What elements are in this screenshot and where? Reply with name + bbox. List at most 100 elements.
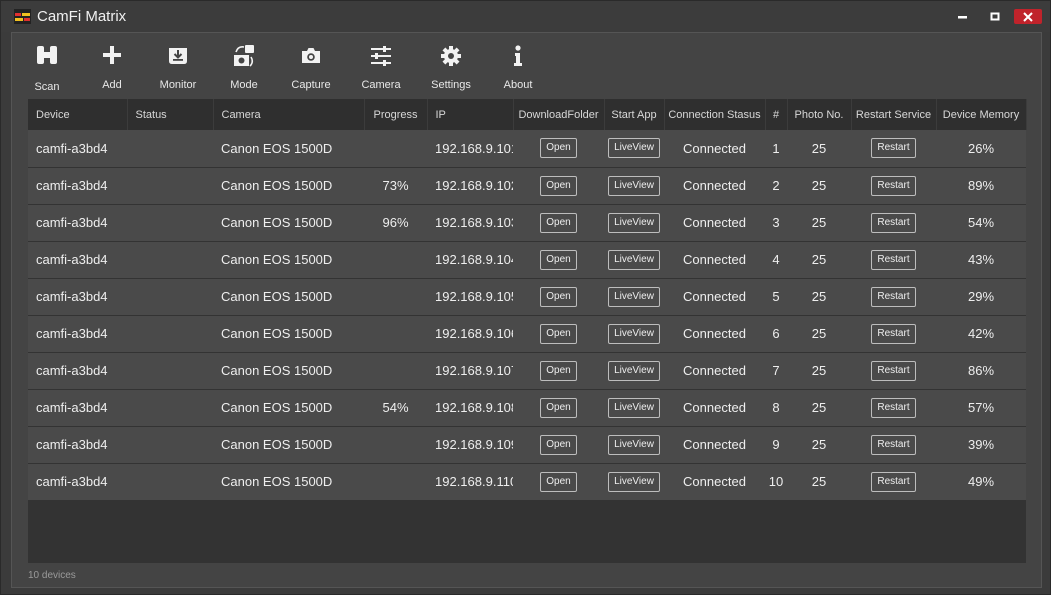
col-device[interactable]: Device xyxy=(28,99,128,130)
col-start-app[interactable]: Start App xyxy=(604,99,665,130)
camera-button[interactable]: Camera xyxy=(346,43,416,97)
ip-cell: 192.168.9.101 xyxy=(435,140,513,156)
restart-button-cell: Restart xyxy=(851,352,936,389)
open-folder-button[interactable]: Open xyxy=(540,175,577,196)
open-folder-button[interactable]: Open xyxy=(540,323,577,344)
liveview-button[interactable]: LiveView xyxy=(608,471,660,492)
number-cell: 9 xyxy=(772,437,780,452)
progress-cell xyxy=(364,241,427,278)
table-row[interactable]: camfi-a3bd4 Canon EOS 1500D 54% 192.168.9.1… xyxy=(28,389,1026,426)
add-label: Add xyxy=(102,79,122,91)
col-number[interactable]: # xyxy=(765,99,788,130)
connection-status-cell: Connected xyxy=(683,252,746,267)
number-cell: 2 xyxy=(772,178,780,193)
restart-button[interactable]: Restart xyxy=(871,397,916,418)
restart-button[interactable]: Restart xyxy=(871,323,916,344)
restart-button[interactable]: Restart xyxy=(871,286,916,307)
restart-button-cell: Restart xyxy=(851,167,936,204)
table-row[interactable]: camfi-a3bd4 Canon EOS 1500D 192.168.9.105 O… xyxy=(28,278,1026,315)
about-button[interactable]: About xyxy=(483,43,553,97)
restart-button[interactable]: Restart xyxy=(871,175,916,196)
col-progress[interactable]: Progress xyxy=(364,99,428,130)
col-status[interactable]: Status xyxy=(127,99,214,130)
device-cell: camfi-a3bd4 xyxy=(36,289,108,304)
liveview-button[interactable]: LiveView xyxy=(608,249,660,270)
liveview-button-cell: LiveView xyxy=(604,352,664,389)
device-cell: camfi-a3bd4 xyxy=(36,437,108,452)
minimize-icon xyxy=(958,15,967,18)
number-cell: 8 xyxy=(772,400,780,415)
open-folder-button[interactable]: Open xyxy=(540,434,577,455)
liveview-button-cell: LiveView xyxy=(604,241,664,278)
open-folder-button[interactable]: Open xyxy=(540,286,577,307)
connection-status-cell: Connected xyxy=(683,215,746,230)
progress-cell xyxy=(364,426,427,463)
connection-status-cell: Connected xyxy=(683,437,746,452)
restart-button-cell: Restart xyxy=(851,204,936,241)
add-button[interactable]: Add xyxy=(77,43,147,97)
table-row[interactable]: camfi-a3bd4 Canon EOS 1500D 192.168.9.106 O… xyxy=(28,315,1026,352)
restart-button[interactable]: Restart xyxy=(871,471,916,492)
restart-button[interactable]: Restart xyxy=(871,360,916,381)
liveview-button[interactable]: LiveView xyxy=(608,360,660,381)
progress-cell xyxy=(364,278,427,315)
liveview-button[interactable]: LiveView xyxy=(608,323,660,344)
table-row[interactable]: camfi-a3bd4 Canon EOS 1500D 192.168.9.109 O… xyxy=(28,426,1026,463)
open-folder-button[interactable]: Open xyxy=(540,138,577,159)
restart-button[interactable]: Restart xyxy=(871,249,916,270)
device-cell: camfi-a3bd4 xyxy=(36,474,108,489)
photo-count-cell: 25 xyxy=(811,400,827,415)
liveview-button[interactable]: LiveView xyxy=(608,397,660,418)
col-connection-status[interactable]: Connection Stasus xyxy=(664,99,766,130)
close-button[interactable] xyxy=(1014,9,1042,24)
col-camera[interactable]: Camera xyxy=(213,99,365,130)
camera-cell: Canon EOS 1500D xyxy=(221,400,333,415)
table-row[interactable]: camfi-a3bd4 Canon EOS 1500D 192.168.9.107 O… xyxy=(28,352,1026,389)
table-row[interactable]: camfi-a3bd4 Canon EOS 1500D 96% 192.168.9.1… xyxy=(28,204,1026,241)
col-device-memory[interactable]: Device Memory xyxy=(936,99,1027,130)
monitor-button[interactable]: Monitor xyxy=(143,43,213,97)
col-download-folder[interactable]: DownloadFolder xyxy=(513,99,605,130)
app-logo-icon xyxy=(14,9,31,24)
open-folder-button[interactable]: Open xyxy=(540,249,577,270)
settings-button[interactable]: Settings xyxy=(416,43,486,97)
open-folder-button[interactable]: Open xyxy=(540,397,577,418)
memory-cell: 89% xyxy=(967,178,995,193)
table-row[interactable]: camfi-a3bd4 Canon EOS 1500D 192.168.9.101 O… xyxy=(28,130,1026,167)
open-folder-button[interactable]: Open xyxy=(540,471,577,492)
restart-button[interactable]: Restart xyxy=(871,434,916,455)
table-row[interactable]: camfi-a3bd4 Canon EOS 1500D 192.168.9.110 O… xyxy=(28,463,1026,500)
liveview-button[interactable]: LiveView xyxy=(608,286,660,307)
open-folder-button-cell: Open xyxy=(513,352,604,389)
liveview-button[interactable]: LiveView xyxy=(608,138,660,159)
table-row[interactable]: camfi-a3bd4 Canon EOS 1500D 192.168.9.104 O… xyxy=(28,241,1026,278)
scan-button[interactable]: Scan xyxy=(12,43,82,97)
minimize-button[interactable] xyxy=(951,9,975,24)
camera-icon xyxy=(302,48,320,63)
open-folder-button[interactable]: Open xyxy=(540,360,577,381)
ip-cell: 192.168.9.103 xyxy=(435,215,513,230)
ip-cell: 192.168.9.108 xyxy=(435,400,513,415)
capture-button[interactable]: Capture xyxy=(276,43,346,97)
mode-label: Mode xyxy=(230,79,258,91)
restart-button[interactable]: Restart xyxy=(871,138,916,159)
table-row[interactable]: camfi-a3bd4 Canon EOS 1500D 73% 192.168.9.1… xyxy=(28,167,1026,204)
ip-cell: 192.168.9.105 xyxy=(435,289,513,304)
restart-button[interactable]: Restart xyxy=(871,212,916,233)
device-table: Device Status Camera Progress IP Downloa… xyxy=(28,99,1027,501)
liveview-button[interactable]: LiveView xyxy=(608,212,660,233)
col-photo-no[interactable]: Photo No. xyxy=(787,99,852,130)
status-cell xyxy=(127,130,213,167)
col-ip[interactable]: IP xyxy=(427,99,514,130)
mode-button[interactable]: Mode xyxy=(209,43,279,97)
table-header-row: Device Status Camera Progress IP Downloa… xyxy=(28,99,1027,130)
maximize-button[interactable] xyxy=(983,9,1007,24)
liveview-button[interactable]: LiveView xyxy=(608,175,660,196)
open-folder-button[interactable]: Open xyxy=(540,212,577,233)
memory-cell: 43% xyxy=(967,252,995,267)
number-cell: 7 xyxy=(772,363,780,378)
liveview-button[interactable]: LiveView xyxy=(608,434,660,455)
photo-count-cell: 25 xyxy=(811,178,827,193)
status-cell xyxy=(127,241,213,278)
col-restart-service[interactable]: Restart Service xyxy=(851,99,937,130)
